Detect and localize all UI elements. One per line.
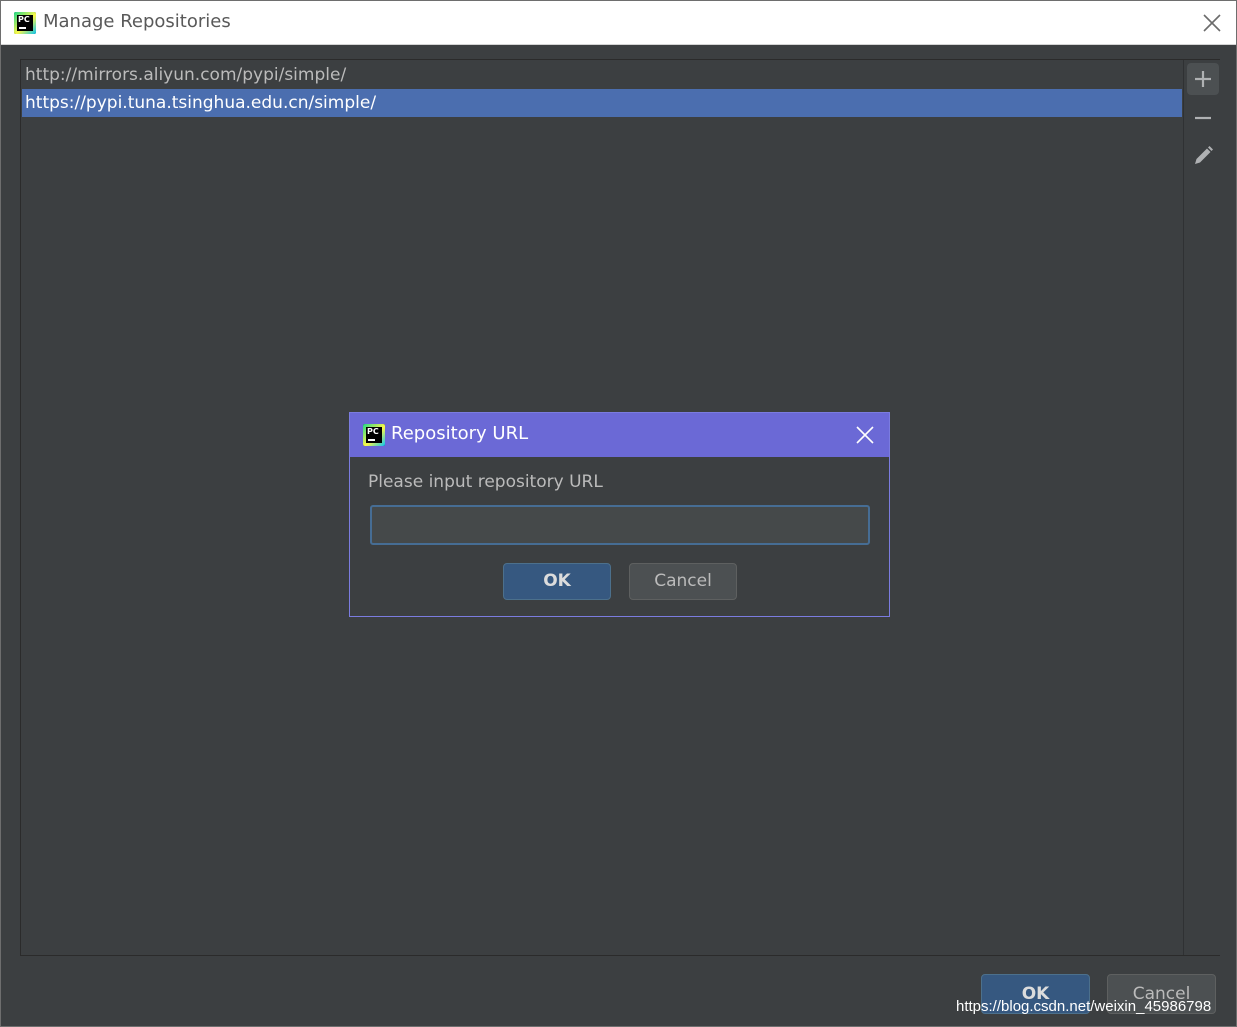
window-titlebar[interactable]: PC Manage Repositories: [1, 1, 1236, 45]
repository-url: https://pypi.tuna.tsinghua.edu.cn/simple…: [25, 93, 377, 113]
edit-repository-button[interactable]: [1187, 140, 1219, 172]
repository-item[interactable]: http://mirrors.aliyun.com/pypi/simple/: [22, 61, 1182, 89]
dialog-ok-button[interactable]: OK: [503, 563, 611, 600]
remove-repository-button[interactable]: [1187, 102, 1219, 134]
watermark-text: https://blog.csdn.net/weixin_45986798: [956, 998, 1212, 1015]
pycharm-icon: PC: [14, 12, 36, 34]
repository-item-selected[interactable]: https://pypi.tuna.tsinghua.edu.cn/simple…: [22, 89, 1182, 117]
pycharm-icon: PC: [363, 424, 385, 446]
repository-url: http://mirrors.aliyun.com/pypi/simple/: [25, 65, 347, 85]
dialog-cancel-button[interactable]: Cancel: [629, 563, 737, 600]
plus-icon: [1195, 71, 1211, 87]
dialog-title: Repository URL: [391, 423, 529, 444]
repository-url-dialog: PC Repository URL Please input repositor…: [349, 412, 890, 617]
dialog-titlebar[interactable]: PC Repository URL: [350, 413, 889, 457]
dialog-close-icon[interactable]: [855, 425, 875, 445]
add-repository-button[interactable]: [1187, 63, 1219, 95]
manage-repositories-window: PC Manage Repositories http://mirrors.al…: [0, 0, 1237, 1027]
window-title: Manage Repositories: [43, 11, 231, 32]
pencil-icon: [1195, 146, 1213, 164]
dialog-prompt-label: Please input repository URL: [368, 472, 603, 492]
repository-url-input[interactable]: [370, 505, 870, 545]
window-close-icon[interactable]: [1202, 13, 1222, 33]
list-toolbar: [1183, 60, 1220, 955]
minus-icon: [1195, 116, 1211, 120]
